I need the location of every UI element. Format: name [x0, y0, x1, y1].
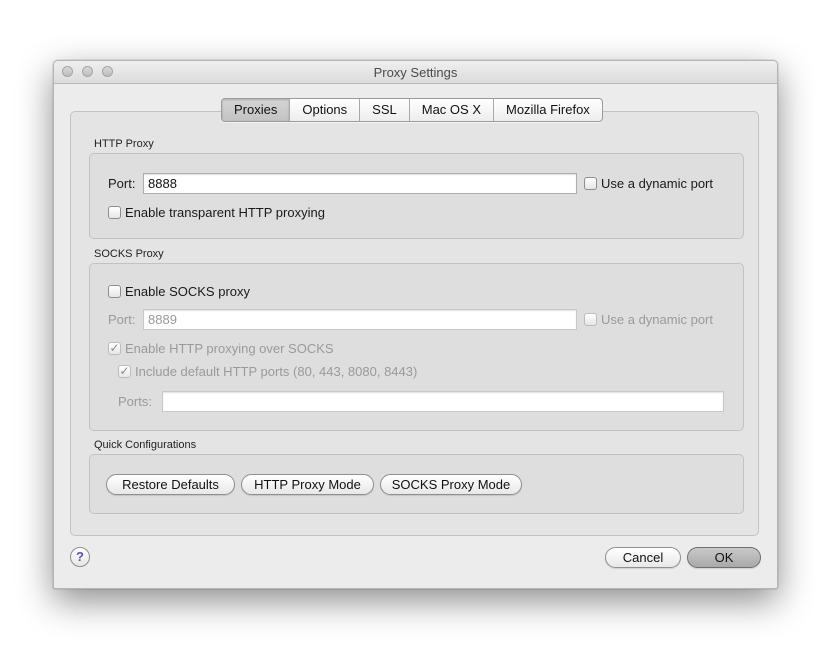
ports-input[interactable] [162, 391, 724, 412]
tab-mozilla-firefox[interactable]: Mozilla Firefox [493, 99, 602, 121]
tab-options[interactable]: Options [289, 99, 359, 121]
tab-proxies[interactable]: Proxies [222, 99, 290, 121]
quick-config-section-label: Quick Configurations [94, 439, 197, 451]
socks-port-input[interactable]: 8889 [143, 309, 577, 330]
socks-dynamic-port-label: Use a dynamic port [601, 312, 713, 327]
checkbox-box[interactable] [108, 206, 121, 219]
http-port-input[interactable]: 8888 [143, 173, 577, 194]
tab-ssl[interactable]: SSL [359, 99, 409, 121]
http-over-socks-label: Enable HTTP proxying over SOCKS [125, 341, 334, 356]
tab-panel: HTTP Proxy Port: 8888 Use a dynamic port… [70, 111, 759, 536]
checkbox-box[interactable] [108, 285, 121, 298]
http-port-label: Port: [108, 176, 136, 191]
ok-button[interactable]: OK [687, 547, 761, 568]
cancel-button[interactable]: Cancel [605, 547, 681, 568]
checkbox-box[interactable] [584, 177, 597, 190]
tab-bar: Proxies Options SSL Mac OS X Mozilla Fir… [221, 98, 603, 122]
socks-proxy-section-label: SOCKS Proxy [94, 248, 164, 260]
socks-proxy-mode-button[interactable]: SOCKS Proxy Mode [380, 474, 522, 495]
socks-dynamic-port-checkbox[interactable]: Use a dynamic port [584, 312, 713, 327]
enable-socks-checkbox[interactable]: Enable SOCKS proxy [108, 284, 250, 299]
enable-socks-label: Enable SOCKS proxy [125, 284, 251, 299]
transparent-proxying-label: Enable transparent HTTP proxying [125, 205, 325, 220]
default-ports-checkbox[interactable]: ✓ Include default HTTP ports (80, 443, 8… [118, 364, 417, 379]
http-dynamic-port-checkbox[interactable]: Use a dynamic port [584, 176, 713, 191]
help-icon[interactable]: ? [70, 547, 90, 567]
restore-defaults-button[interactable]: Restore Defaults [106, 474, 235, 495]
window-title: Proxy Settings [373, 65, 458, 80]
checkbox-box[interactable] [584, 313, 597, 326]
proxy-settings-window: Proxy Settings HTTP Proxy Port: 8888 Use… [53, 60, 778, 589]
checkmark-icon[interactable]: ✓ [108, 342, 121, 355]
http-over-socks-checkbox[interactable]: ✓ Enable HTTP proxying over SOCKS [108, 341, 334, 356]
checkmark-icon[interactable]: ✓ [118, 365, 131, 378]
http-proxy-group: Port: 8888 Use a dynamic port Enable tra… [89, 153, 744, 239]
quick-config-group: Restore Defaults HTTP Proxy Mode SOCKS P… [89, 454, 744, 514]
socks-proxy-group: Enable SOCKS proxy Port: 8889 Use a dyna… [89, 263, 744, 431]
ports-label: Ports: [118, 394, 152, 409]
tab-mac-os-x[interactable]: Mac OS X [408, 99, 493, 121]
socks-port-label: Port: [108, 312, 136, 327]
http-dynamic-port-label: Use a dynamic port [601, 176, 713, 191]
transparent-proxying-checkbox[interactable]: Enable transparent HTTP proxying [108, 205, 325, 220]
http-proxy-section-label: HTTP Proxy [94, 138, 154, 150]
http-proxy-mode-button[interactable]: HTTP Proxy Mode [241, 474, 374, 495]
default-ports-label: Include default HTTP ports (80, 443, 808… [135, 364, 418, 379]
title-bar[interactable]: Proxy Settings [54, 61, 777, 84]
